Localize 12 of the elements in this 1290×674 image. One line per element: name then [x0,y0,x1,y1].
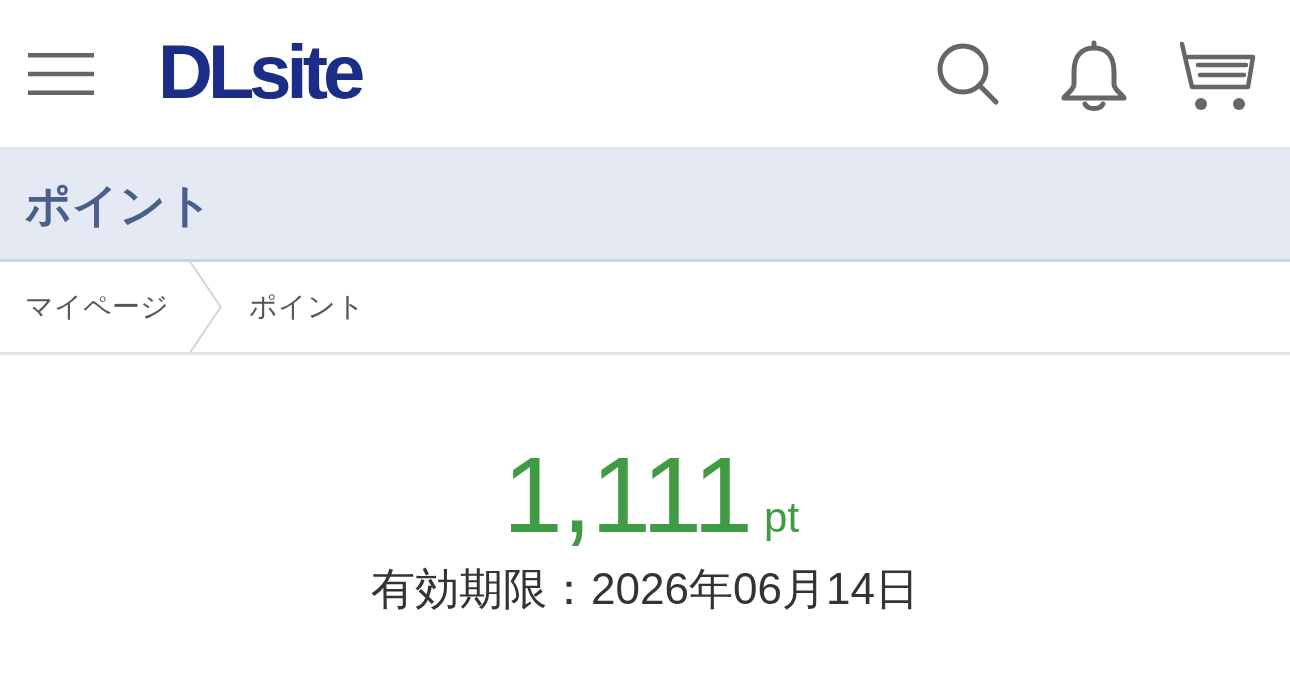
expiry-date: 有効期限：2026年06月14日 [371,563,919,615]
page-title: ポイント [25,181,213,228]
cart-icon[interactable] [1180,40,1256,111]
points-unit: pt [764,497,800,539]
points-value: 1,111 [502,441,753,549]
site-logo[interactable]: DLsite [158,33,361,114]
breadcrumb-current: ポイント [249,290,365,324]
breadcrumb-link[interactable]: マイページ [25,288,169,326]
chevron-icon [189,262,223,352]
menu-icon[interactable] [28,52,94,95]
bell-icon[interactable] [1060,39,1128,112]
search-icon[interactable] [936,41,1000,106]
